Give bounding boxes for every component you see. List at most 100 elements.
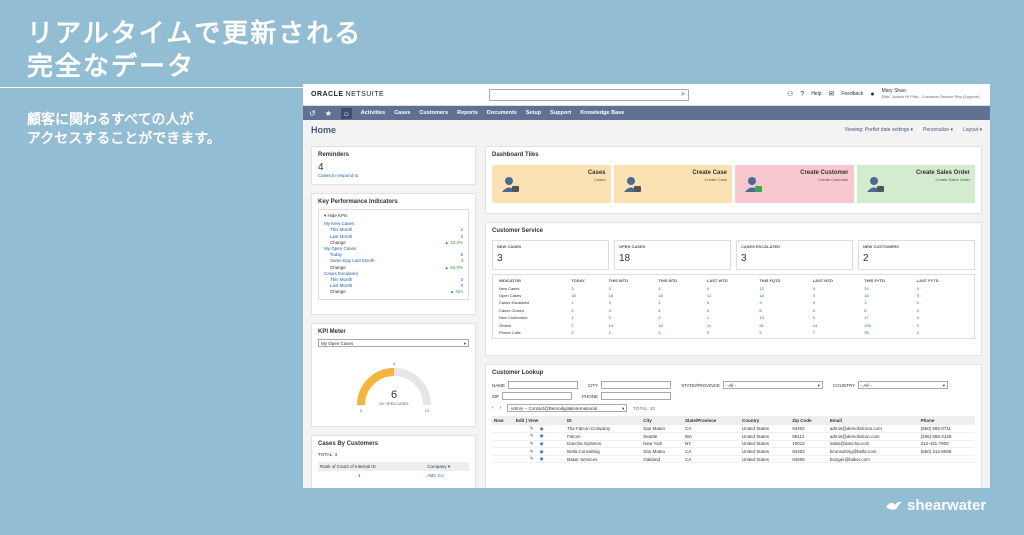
indicator-value[interactable]: 17 — [862, 314, 914, 321]
indicator-value[interactable]: 3 — [915, 314, 970, 321]
view-select[interactable]: Admin -- Contact@Demodigitalinternationa… — [507, 404, 628, 412]
indicator-value[interactable]: 0 — [915, 284, 970, 291]
kpi-meter-select[interactable]: My Open Cases ▾ — [318, 339, 469, 347]
indicator-value[interactable]: 3 — [607, 299, 657, 306]
nav-activities[interactable]: Activities — [361, 110, 385, 116]
stat-card[interactable]: CASES ESCALATED 3 — [736, 240, 853, 270]
indicator-value[interactable]: 2 — [811, 314, 862, 321]
indicator-value[interactable]: 3 — [656, 314, 705, 321]
indicator-value[interactable]: 3 — [569, 284, 606, 291]
indicator-value[interactable]: 5 — [757, 329, 810, 336]
search-icon[interactable]: ⌕ — [681, 91, 685, 99]
indicator-value[interactable]: 0 — [811, 284, 862, 291]
view-icon[interactable]: ◉ — [540, 441, 544, 446]
indicator-value[interactable]: 0 — [705, 307, 757, 314]
column-header[interactable]: Zip Code — [790, 416, 828, 425]
indicator-value[interactable]: 24 — [862, 284, 914, 291]
column-header[interactable]: City — [641, 416, 683, 425]
city-field[interactable] — [601, 381, 672, 389]
state-select[interactable]: - All - ▾ — [722, 381, 823, 389]
stat-card[interactable]: NEW CUSTOMERS 2 — [858, 240, 975, 270]
history-icon[interactable]: ↺ — [309, 109, 316, 118]
hide-kpis-toggle[interactable]: ▾ Hide KPIs — [324, 213, 463, 219]
edit-icon[interactable]: ✎ — [530, 441, 534, 446]
country-select[interactable]: - All - ▾ — [858, 381, 949, 389]
next-page-icon[interactable]: › — [500, 405, 502, 411]
indicator-value[interactable]: 0 — [811, 292, 862, 299]
indicator-value[interactable]: 0 — [915, 307, 970, 314]
dashboard-tile[interactable]: Cases Cases — [492, 165, 611, 203]
indicator-value[interactable]: 2 — [607, 329, 657, 336]
indicator-value[interactable]: 0 — [705, 284, 757, 291]
home-icon[interactable]: ⌂ — [340, 107, 352, 119]
indicator-value[interactable]: 7 — [811, 329, 862, 336]
star-icon[interactable]: ★ — [325, 109, 332, 118]
column-header[interactable]: ID — [565, 416, 642, 425]
indicator-value[interactable]: 0 — [915, 292, 970, 299]
help-icon[interactable]: ? — [800, 91, 804, 98]
indicator-value[interactable]: 0 — [705, 329, 757, 336]
indicator-value[interactable]: 18 — [607, 292, 657, 299]
feedback-icon[interactable]: ✉ — [828, 90, 834, 98]
edit-icon[interactable]: ✎ — [530, 456, 534, 461]
view-icon[interactable]: ◉ — [540, 449, 544, 454]
nav-cases[interactable]: Cases — [394, 110, 410, 116]
indicator-value[interactable]: 8 — [757, 307, 810, 314]
stat-card[interactable]: OPEN CASES 18 — [614, 240, 731, 270]
help-link[interactable]: Help — [811, 91, 821, 97]
indicator-value[interactable]: 3 — [757, 299, 810, 306]
indicator-value[interactable]: 2 — [915, 321, 970, 328]
indicator-value[interactable]: 1 — [569, 299, 606, 306]
indicator-value[interactable]: 4 — [569, 307, 606, 314]
indicator-value[interactable]: 18 — [656, 292, 705, 299]
indicator-value[interactable]: 4 — [607, 307, 657, 314]
indicator-value[interactable]: 3 — [656, 284, 705, 291]
dashboard-tile[interactable]: Create Customer Create Customer — [735, 165, 854, 203]
cell-name[interactable]: Bella Consulting — [565, 447, 642, 456]
feedback-link[interactable]: Feedback — [841, 91, 863, 97]
indicator-value[interactable]: 4 — [656, 307, 705, 314]
zip-field[interactable] — [502, 392, 573, 400]
edit-icon[interactable]: ✎ — [530, 426, 534, 431]
dashboard-tile[interactable]: Create Sales Order Create Sales Order — [856, 165, 975, 203]
cell-name[interactable]: The Falcon Company — [565, 425, 642, 434]
nav-documents[interactable]: Documents — [487, 110, 517, 116]
column-header[interactable]: Country — [740, 416, 791, 425]
col-company[interactable]: Company ▾ — [427, 462, 469, 471]
stat-card[interactable]: NEW CASES 3 — [492, 240, 609, 270]
nav-setup[interactable]: Setup — [526, 110, 541, 116]
column-header[interactable]: State/Province — [682, 416, 741, 425]
indicator-value[interactable]: 1 — [705, 314, 757, 321]
netsuite-logo[interactable]: ORACLE NETSUITE — [311, 91, 384, 98]
indicator-value[interactable]: 18 — [656, 321, 705, 328]
portlet-date-settings-menu[interactable]: Viewing: Portlet date settings ▾ — [845, 127, 913, 133]
nav-customers[interactable]: Customers — [419, 110, 448, 116]
indicator-value[interactable]: 2 — [607, 314, 657, 321]
indicator-value[interactable]: 12 — [705, 292, 757, 299]
view-icon[interactable]: ◉ — [540, 433, 544, 438]
global-search-input[interactable]: ⌕ — [489, 89, 689, 101]
indicator-value[interactable]: 18 — [569, 292, 606, 299]
indicator-value[interactable]: 14 — [607, 321, 657, 328]
prev-page-icon[interactable]: ‹ — [492, 405, 494, 411]
indicator-value[interactable]: 0 — [705, 299, 757, 306]
reminders-count[interactable]: 4 — [318, 162, 469, 173]
avatar[interactable]: ● — [870, 91, 874, 98]
indicator-value[interactable]: 0 — [915, 299, 970, 306]
recent-records-icon[interactable]: ⚇ — [787, 90, 793, 98]
dashboard-tile[interactable]: Create Case Create Case — [613, 165, 732, 203]
phone-field[interactable] — [601, 392, 672, 400]
indicator-value[interactable]: 14 — [811, 321, 862, 328]
nav-reports[interactable]: Reports — [457, 110, 478, 116]
indicator-value[interactable]: 3 — [656, 299, 705, 306]
name-field[interactable] — [508, 381, 579, 389]
indicator-value[interactable]: 11 — [705, 321, 757, 328]
indicator-value[interactable]: 3 — [862, 299, 914, 306]
user-menu[interactable]: Mary Shao Elite - Admin HI Pilot - Custo… — [882, 88, 980, 100]
cell-name[interactable]: Falcon — [565, 432, 642, 441]
indicator-value[interactable]: 1 — [569, 314, 606, 321]
indicator-value[interactable]: 0 — [915, 329, 970, 336]
cell-name[interactable]: Dancha Systems — [565, 440, 642, 449]
indicator-value[interactable]: 51 — [757, 321, 810, 328]
indicator-value[interactable]: 0 — [811, 299, 862, 306]
